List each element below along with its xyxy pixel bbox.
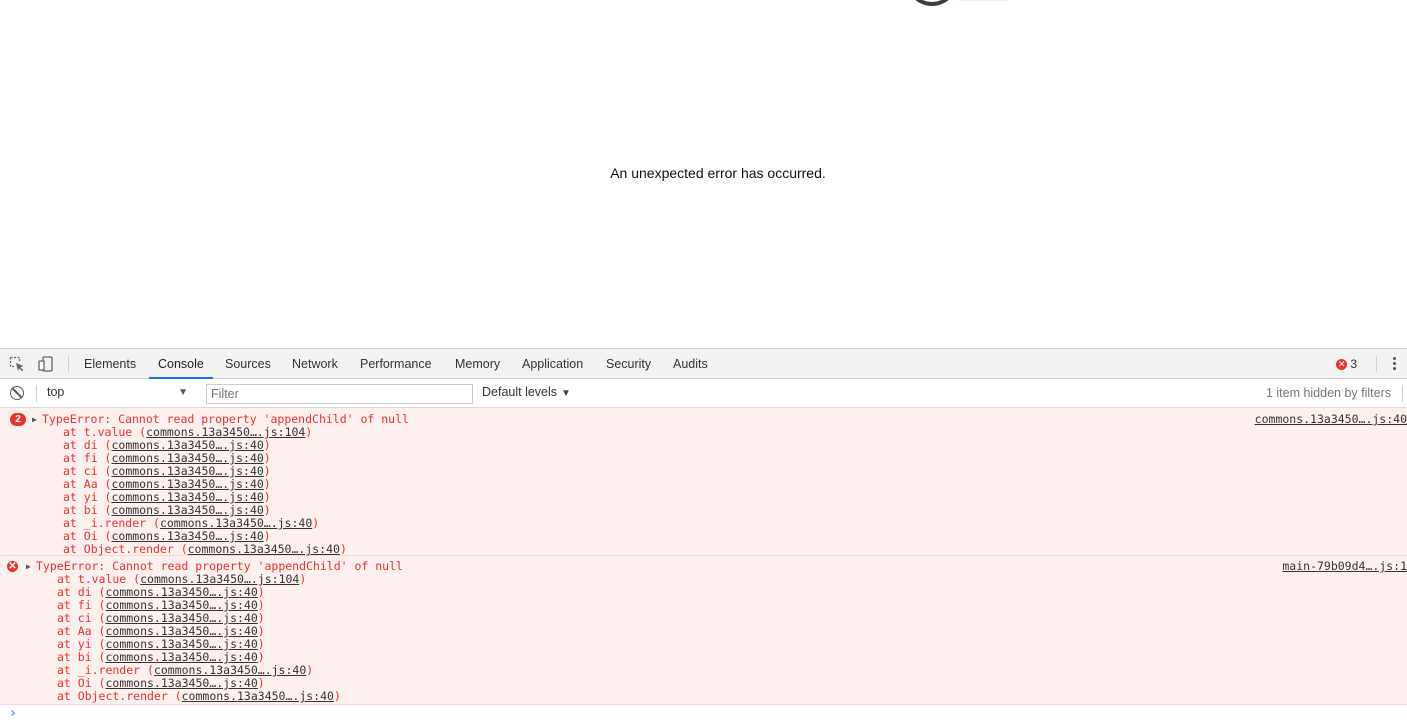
error-count-value: 3	[1350, 357, 1357, 371]
stack-frame-link[interactable]: commons.13a3450….js:40	[105, 598, 257, 612]
prompt-chevron-icon: ›	[9, 706, 17, 721]
error-icon: ✕	[7, 561, 18, 572]
stack-frame-link[interactable]: commons.13a3450….js:40	[105, 585, 257, 599]
error-count-badge[interactable]: ✕ 3	[1336, 357, 1357, 371]
stack-frame-link[interactable]: commons.13a3450….js:40	[160, 516, 312, 530]
stack-frame-link[interactable]: commons.13a3450….js:104	[140, 572, 299, 586]
device-toolbar-icon[interactable]	[38, 356, 54, 372]
console-prompt[interactable]: ›	[0, 706, 1407, 723]
expand-triangle-icon[interactable]: ▶	[32, 413, 37, 426]
hidden-items-info: 1 item hidden by filters	[1265, 386, 1391, 400]
error-icon: ✕	[1336, 358, 1348, 370]
tab-audits[interactable]: Audits	[664, 349, 717, 379]
toolbar-divider	[68, 356, 69, 372]
stack-frame-link[interactable]: commons.13a3450….js:40	[188, 542, 340, 556]
page-error-message: An unexpected error has occurred.	[610, 165, 826, 181]
page-viewport: An unexpected error has occurred.	[0, 0, 1407, 348]
stack-frame-link[interactable]: commons.13a3450….js:104	[146, 425, 305, 439]
stack-frame-link[interactable]: commons.13a3450….js:40	[111, 490, 263, 504]
console-filter-input[interactable]	[206, 384, 473, 404]
stack-frame: at Object.render (commons.13a3450….js:40…	[57, 689, 341, 703]
loading-spinner-icon	[906, 0, 958, 6]
stack-frame-link[interactable]: commons.13a3450….js:40	[182, 689, 334, 703]
stack-frame-link[interactable]: commons.13a3450….js:40	[105, 637, 257, 651]
tab-memory[interactable]: Memory	[446, 349, 509, 379]
tab-console[interactable]: Console	[149, 349, 213, 379]
console-error-message: ✕ ▶ TypeError: Cannot read property 'app…	[0, 556, 1407, 705]
devtools-panel: Elements Console Sources Network Perform…	[0, 348, 1407, 723]
tab-elements[interactable]: Elements	[75, 349, 145, 379]
console-filter-bar: top ▼ Default levels▼ 1 item hidden by f…	[0, 379, 1407, 408]
stack-frame-link[interactable]: commons.13a3450….js:40	[111, 438, 263, 452]
clear-console-icon[interactable]	[10, 386, 24, 400]
log-levels-dropdown[interactable]: Default levels ▼	[482, 385, 571, 399]
tab-application[interactable]: Application	[513, 349, 592, 379]
stack-frame-link[interactable]: commons.13a3450….js:40	[111, 464, 263, 478]
devtools-toolbar: Elements Console Sources Network Perform…	[0, 349, 1407, 379]
dropdown-arrow-icon: ▼	[561, 388, 571, 399]
stack-frame-link[interactable]: commons.13a3450….js:40	[105, 676, 257, 690]
tab-network[interactable]: Network	[283, 349, 347, 379]
tab-performance[interactable]: Performance	[351, 349, 441, 379]
log-levels-label: Default levels	[482, 385, 558, 399]
stack-frame-link[interactable]: commons.13a3450….js:40	[105, 611, 257, 625]
execution-context-value: top	[47, 385, 65, 399]
stack-frame: at Object.render (commons.13a3450….js:40…	[63, 542, 347, 556]
toolbar-divider	[1376, 356, 1377, 372]
error-title[interactable]: TypeError: Cannot read property 'appendC…	[42, 413, 409, 426]
dropdown-arrow-icon: ▼	[178, 387, 188, 398]
stack-frame-link[interactable]: commons.13a3450….js:40	[105, 624, 257, 638]
execution-context-select[interactable]: top ▼	[47, 385, 192, 402]
tab-sources[interactable]: Sources	[216, 349, 280, 379]
stack-frame-link[interactable]: commons.13a3450….js:40	[111, 503, 263, 517]
stack-frame-link[interactable]: commons.13a3450….js:40	[111, 451, 263, 465]
error-source-link[interactable]: commons.13a3450….js:40	[1255, 413, 1407, 426]
error-title[interactable]: TypeError: Cannot read property 'appendC…	[36, 560, 403, 573]
kebab-menu-icon[interactable]	[1391, 356, 1397, 372]
error-source-link[interactable]: main-79b09d4….js:1	[1282, 560, 1407, 573]
stack-frame-link[interactable]: commons.13a3450….js:40	[154, 663, 306, 677]
inspect-element-icon[interactable]	[9, 356, 25, 372]
repeat-count-badge: 2	[10, 413, 26, 426]
toolbar-divider	[36, 385, 37, 402]
stack-frame-link[interactable]: commons.13a3450….js:40	[111, 529, 263, 543]
spinner-shadow	[958, 0, 1008, 1]
stack-frame-link[interactable]: commons.13a3450….js:40	[111, 477, 263, 491]
console-error-message: 2 ▶ TypeError: Cannot read property 'app…	[0, 408, 1407, 556]
tab-security[interactable]: Security	[597, 349, 660, 379]
expand-triangle-icon[interactable]: ▶	[26, 560, 31, 573]
toolbar-divider	[1402, 385, 1403, 402]
stack-frame-link[interactable]: commons.13a3450….js:40	[105, 650, 257, 664]
